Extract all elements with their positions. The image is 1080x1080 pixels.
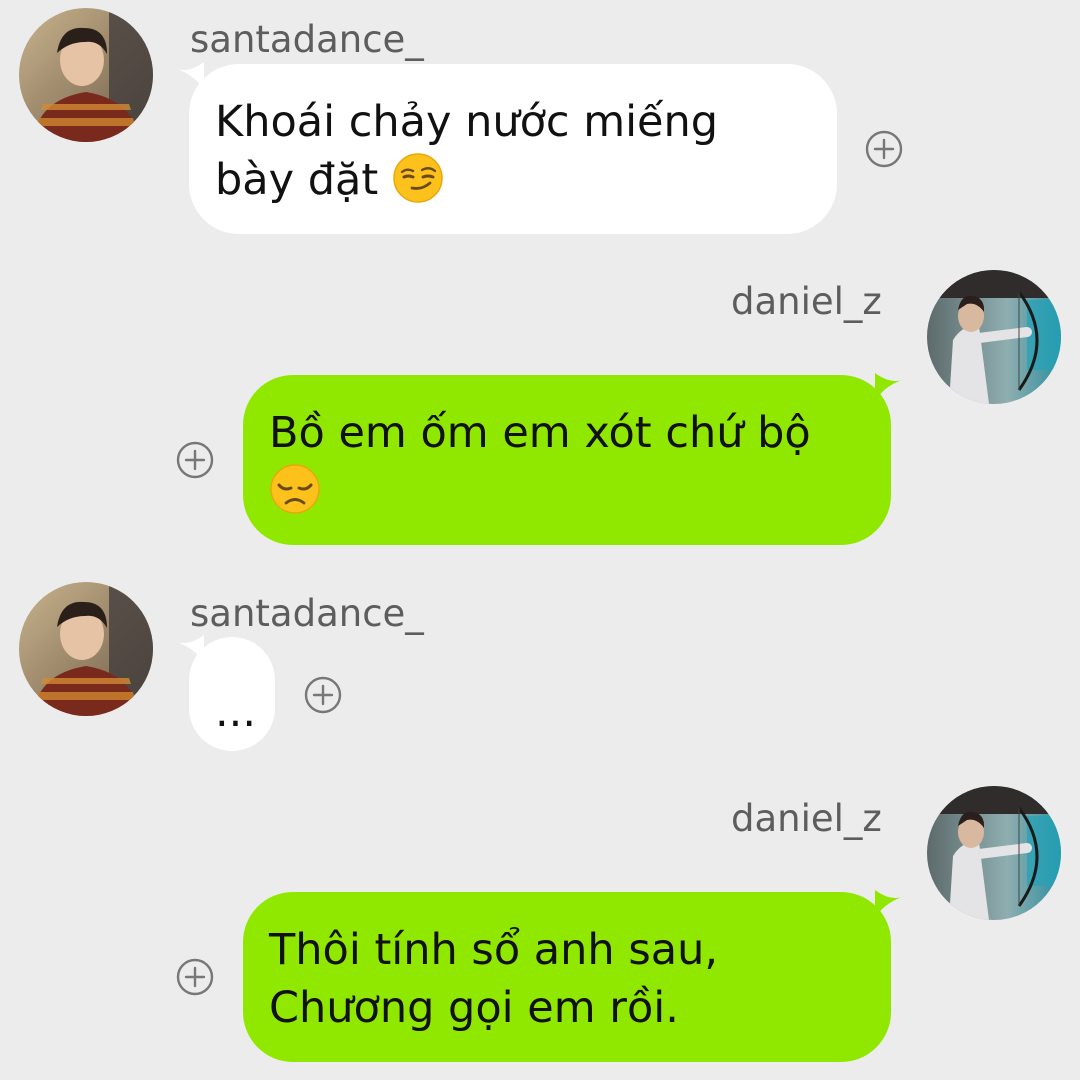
message-bubble[interactable]: Khoái chảy nước miếng bày đặt: [189, 64, 837, 234]
plus-circle-icon: [176, 441, 214, 479]
plus-circle-icon: [176, 958, 214, 996]
add-reaction-button[interactable]: [176, 958, 214, 996]
add-reaction-button[interactable]: [304, 676, 342, 714]
message-bubble[interactable]: ...: [189, 637, 275, 751]
plus-circle-icon: [304, 676, 342, 714]
sender-name: santadance_: [190, 592, 424, 635]
sender-name: daniel_z: [731, 797, 882, 840]
add-reaction-button[interactable]: [176, 441, 214, 479]
smirking-face-emoji: [392, 152, 444, 204]
message-line-2: Chương gọi em rồi.: [269, 983, 679, 1033]
daniel-avatar[interactable]: [927, 270, 1061, 404]
message-bubble[interactable]: Thôi tính sổ anh sau, Chương gọi em rồi.: [243, 892, 891, 1062]
message-line-1: Thôi tính sổ anh sau,: [269, 925, 719, 975]
message-text: ...: [215, 687, 257, 737]
daniel-avatar[interactable]: [927, 786, 1061, 920]
santadance-avatar[interactable]: [19, 582, 153, 716]
sender-name: daniel_z: [731, 280, 882, 323]
santadance-avatar[interactable]: [19, 8, 153, 142]
message-bubble[interactable]: Bồ em ốm em xót chứ bộ: [243, 375, 891, 545]
sender-name: santadance_: [190, 18, 424, 61]
message-text: Bồ em ốm em xót chứ bộ: [269, 408, 811, 458]
disappointed-face-emoji: [269, 463, 321, 515]
message-text: Khoái chảy nước miếng bày đặt: [215, 97, 719, 205]
plus-circle-icon: [865, 130, 903, 168]
add-reaction-button[interactable]: [865, 130, 903, 168]
chat-thread: santadance_ Khoái chảy nước miếng bày đặ…: [0, 0, 1080, 1080]
